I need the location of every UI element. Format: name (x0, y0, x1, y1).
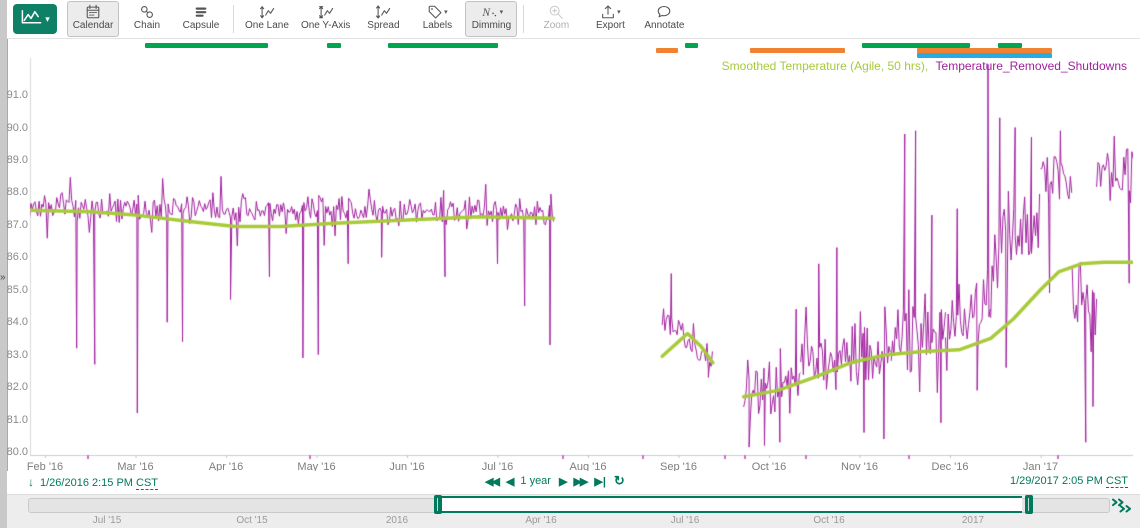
timeline-tick-label: Jul '16 (671, 515, 700, 526)
export-icon: ▾ (600, 3, 621, 20)
end-timezone[interactable]: CST (1106, 475, 1128, 488)
start-timezone[interactable]: CST (136, 477, 158, 490)
timeline-tick-label: 2017 (962, 515, 984, 526)
toolbar-button-label: Chain (134, 20, 160, 32)
range-navigation: ◀◀ ◀ 1 year ▶ ▶▶ ▶| ↻ (485, 473, 625, 489)
labels-icon: ▾ (427, 3, 448, 20)
green-capsule-bar[interactable] (327, 43, 341, 48)
trend-view-dropdown-button[interactable]: ▾ (13, 4, 57, 34)
toolbar-button-label: Dimming (472, 20, 511, 32)
skip-back-button[interactable]: ◀◀ (485, 475, 498, 488)
toolbar-button-label: One Y-Axis (301, 20, 350, 32)
green-capsule-bar[interactable] (685, 43, 698, 48)
toolbar: ▾ Calendar Chain Capsule One Lane One Y-Axis… (7, 0, 1140, 39)
refresh-button[interactable]: ↻ (614, 473, 625, 489)
step-to-end-button[interactable]: ▶| (594, 475, 606, 488)
step-forward-button[interactable]: ▶ (559, 475, 565, 488)
toolbar-button-label: Calendar (73, 20, 114, 32)
trend-workbench: » ▾ Calendar Chain Capsule One Lane One Y-Ax… (0, 0, 1140, 528)
timeline-right-handle[interactable] (1025, 495, 1033, 514)
skip-forward-button[interactable]: ▶▶ (573, 475, 586, 488)
toolbar-separator (233, 5, 234, 33)
one-lane-icon (259, 3, 275, 20)
calendar-button[interactable]: Calendar (67, 1, 119, 37)
start-datetime[interactable]: 1/26/2016 2:15 PM (40, 477, 133, 489)
capsule-button[interactable]: Capsule (175, 1, 227, 37)
chain-button[interactable]: Chain (121, 1, 173, 37)
toolbar-button-label: Export (596, 20, 625, 32)
timeline-scrollbar: Jul '15 Oct '15 2016 Apr '16 Jul '16 Oct '16 2… (7, 494, 1140, 528)
toolbar-button-label: Capsule (183, 20, 220, 32)
toolbar-button-label: Spread (367, 20, 399, 32)
labels-button[interactable]: ▾Labels (411, 1, 463, 37)
end-datetime[interactable]: 1/29/2017 2:05 PM (1010, 475, 1103, 487)
blue-capsule-bar[interactable] (917, 53, 1052, 58)
timeline-tick-label: Jul '15 (93, 515, 122, 526)
toolbar-button-label: Labels (423, 20, 452, 32)
display-range-bar: ↓ 1/26/2016 2:15 PM CST ◀◀ ◀ 1 year ▶ ▶▶ … (7, 471, 1140, 494)
toolbar-button-label: Annotate (644, 20, 684, 32)
orange-capsule-bar[interactable] (750, 48, 845, 53)
timeline-expand-icon[interactable] (1111, 498, 1132, 518)
timeline-tick-label: 2016 (386, 515, 408, 526)
toolbar-separator (523, 5, 524, 33)
one-y-axis-icon (318, 3, 334, 20)
spread-icon (375, 3, 391, 20)
legend-item-raw[interactable]: Temperature_Removed_Shutdowns (936, 59, 1127, 73)
timeline-left-handle[interactable] (434, 495, 442, 514)
annotate-icon (656, 3, 672, 20)
green-capsule-bar[interactable] (388, 43, 498, 48)
dimming-icon: N▾ (480, 3, 504, 20)
export-button[interactable]: ▾Export (584, 1, 636, 37)
chain-icon (139, 3, 155, 20)
timeline-selection[interactable] (438, 496, 1022, 513)
zoom-button: Zoom (530, 1, 582, 37)
expand-panel-icon[interactable]: » (0, 271, 11, 285)
toolbar-button-label: One Lane (245, 20, 289, 32)
display-range-start: ↓ 1/26/2016 2:15 PM CST (28, 475, 158, 489)
timeline-tick-label: Apr '16 (525, 515, 556, 526)
timeline-tick-label: Oct '15 (236, 515, 267, 526)
investigate-range-icon[interactable]: ↓ (28, 475, 34, 489)
orange-capsule-bar[interactable] (656, 48, 678, 53)
trend-chart-icon (20, 9, 43, 30)
chevron-down-icon: ▾ (45, 14, 50, 25)
legend-item-smoothed[interactable]: Smoothed Temperature (Agile, 50 hrs), (722, 59, 929, 73)
display-range-end: 1/29/2017 2:05 PM CST (1010, 475, 1128, 487)
duration-label[interactable]: 1 year (520, 475, 551, 487)
svg-text:N: N (481, 7, 491, 19)
calendar-icon (85, 3, 101, 20)
capsule-icon (193, 3, 209, 20)
legend: Smoothed Temperature (Agile, 50 hrs), Te… (718, 59, 1127, 73)
toolbar-button-label: Zoom (544, 20, 570, 32)
annotate-button[interactable]: Annotate (638, 1, 690, 37)
dimming-button[interactable]: N▾Dimming (465, 1, 517, 37)
step-back-button[interactable]: ◀ (506, 475, 512, 488)
green-capsule-bar[interactable] (145, 43, 268, 48)
one-lane-button[interactable]: One Lane (240, 1, 294, 37)
one-y-axis-button[interactable]: One Y-Axis (296, 1, 355, 37)
zoom-icon (548, 3, 564, 20)
spread-button[interactable]: Spread (357, 1, 409, 37)
timeline-tick-label: Oct '16 (813, 515, 844, 526)
